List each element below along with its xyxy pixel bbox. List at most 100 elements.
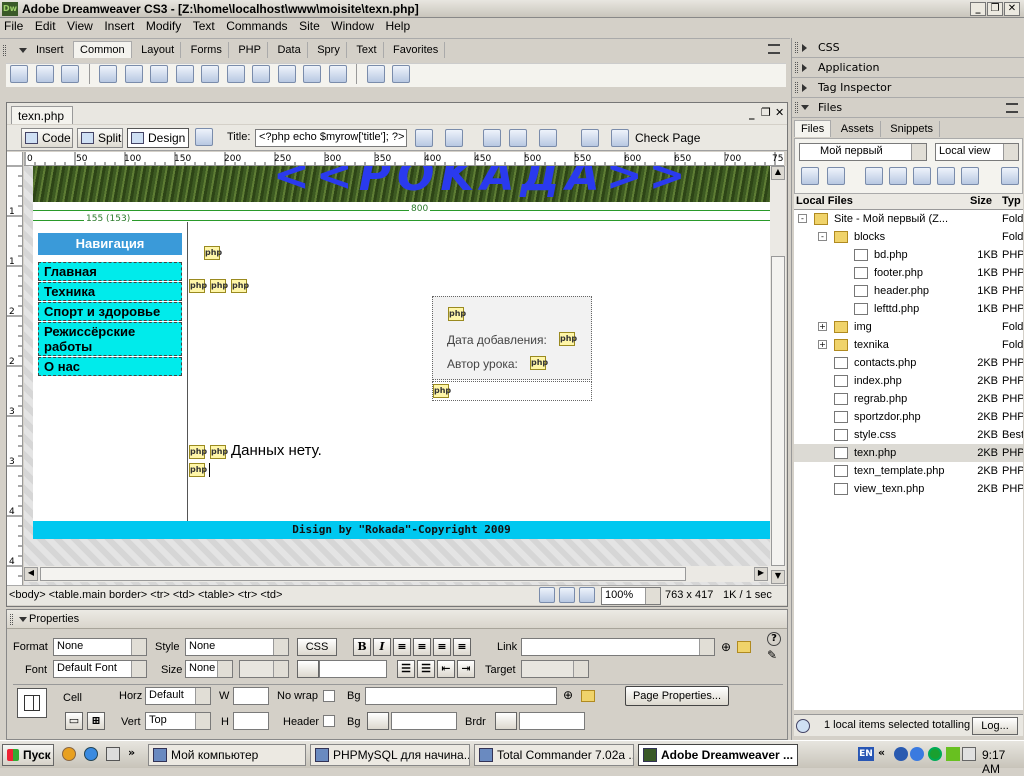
insert-panel-title[interactable]: Insert	[30, 42, 70, 58]
nav-item-tech[interactable]: Техника	[38, 282, 182, 301]
tab-files[interactable]: Files	[794, 120, 832, 137]
templates-icon[interactable]	[328, 65, 347, 83]
nav-item-about[interactable]: О нас	[38, 357, 182, 376]
bg-color-picker[interactable]	[367, 712, 389, 730]
validate-markup-icon[interactable]	[581, 129, 599, 147]
size-select[interactable]: None	[185, 660, 233, 678]
tree-toggle-icon[interactable]: -	[818, 232, 827, 241]
view-options-icon[interactable]	[509, 129, 527, 147]
point-to-file-icon[interactable]: ⊕	[721, 640, 731, 654]
folder-row[interactable]: - Site - Мой первый (Z... Folde	[794, 210, 1023, 228]
php-code-icon[interactable]: php	[189, 445, 207, 459]
file-row[interactable]: footer.php 1KB PHP	[794, 264, 1023, 282]
tree-toggle-icon[interactable]: -	[798, 214, 807, 223]
view-select[interactable]: Local view	[935, 143, 1019, 161]
italic-button[interactable]: I	[373, 638, 391, 656]
expand-icon[interactable]	[1001, 167, 1019, 185]
php-code-icon[interactable]: php	[448, 307, 466, 321]
connect-icon[interactable]	[801, 167, 819, 185]
menu-edit[interactable]: Edit	[31, 19, 60, 33]
horizontal-scroll-thumb[interactable]	[40, 567, 686, 581]
panel-options-icon[interactable]	[768, 44, 780, 54]
page-title-input[interactable]: <?php echo $myrow['title']; ?>	[255, 129, 407, 147]
email-link-icon[interactable]	[35, 65, 54, 83]
date-icon[interactable]	[201, 65, 219, 83]
cell-width-input[interactable]	[233, 687, 269, 705]
page-properties-button[interactable]: Page Properties...	[625, 686, 729, 706]
browse-folder-icon[interactable]	[581, 690, 595, 702]
target-select[interactable]	[521, 660, 589, 678]
tab-php[interactable]: PHP	[232, 42, 268, 58]
doc-minimize-icon[interactable]: _	[749, 107, 755, 120]
text-color-input[interactable]	[319, 660, 387, 678]
menu-insert[interactable]: Insert	[100, 19, 138, 33]
vert-select[interactable]: Top	[145, 712, 211, 730]
file-row[interactable]: bd.php 1KB PHP	[794, 246, 1023, 264]
file-row[interactable]: contacts.php 2KB PHP	[794, 354, 1023, 372]
menu-text[interactable]: Text	[189, 19, 219, 33]
task-phpmysql[interactable]: PHPMySQL для начина...	[310, 744, 470, 766]
hand-tool-icon[interactable]	[559, 587, 575, 603]
zoom-tool-icon[interactable]	[579, 587, 595, 603]
task-total-commander[interactable]: Total Commander 7.02a ...	[474, 744, 634, 766]
css-button[interactable]: CSS	[297, 638, 337, 656]
nav-item-sport[interactable]: Спорт и здоровье	[38, 302, 182, 321]
select-tool-icon[interactable]	[539, 587, 555, 603]
design-canvas[interactable]: <<POKAДA>> 800 155 (153) Навигация Главн…	[24, 166, 770, 586]
volume-icon[interactable]	[962, 747, 976, 761]
check-page-icon[interactable]	[611, 129, 629, 147]
tab-spry[interactable]: Spry	[311, 42, 347, 58]
menu-file[interactable]: File	[0, 19, 27, 33]
file-row[interactable]: index.php 2KB PHP	[794, 372, 1023, 390]
task-dreamweaver[interactable]: Adobe Dreamweaver ...	[638, 744, 798, 766]
nowrap-checkbox[interactable]	[323, 690, 335, 702]
horizontal-scrollbar[interactable]: ◀ ▶	[24, 566, 770, 582]
folder-row[interactable]: - blocks Folde	[794, 228, 1023, 246]
server-side-include-icon[interactable]	[226, 65, 245, 83]
file-row[interactable]: style.css 2KB Best	[794, 426, 1023, 444]
visual-aids-icon[interactable]	[539, 129, 557, 147]
show-desktop-icon[interactable]	[106, 747, 120, 761]
tab-snippets[interactable]: Snippets	[884, 121, 941, 137]
merge-cells-icon[interactable]: ▭	[65, 712, 83, 730]
skype-icon[interactable]	[928, 747, 942, 761]
indent-icon[interactable]: ⇥	[457, 660, 475, 678]
menu-view[interactable]: View	[63, 19, 97, 33]
task-my-computer[interactable]: Мой компьютер	[148, 744, 306, 766]
col-size[interactable]: Size	[970, 194, 992, 209]
php-code-icon[interactable]: php	[189, 279, 207, 293]
php-code-icon[interactable]: php	[559, 332, 577, 346]
check-page-button[interactable]: Check Page	[635, 131, 700, 145]
get-files-icon[interactable]	[865, 167, 883, 185]
menu-help[interactable]: Help	[381, 19, 414, 33]
panel-grip[interactable]	[3, 45, 6, 56]
font-select[interactable]: Default Font	[53, 660, 147, 678]
browse-folder-icon[interactable]	[737, 641, 751, 653]
justify-icon[interactable]: ≡	[453, 638, 471, 656]
tray-app-icon[interactable]	[894, 747, 908, 761]
col-local-files[interactable]: Local Files	[796, 194, 853, 209]
tab-layout[interactable]: Layout	[135, 42, 182, 58]
refresh-icon[interactable]	[827, 167, 845, 185]
file-row[interactable]: view_texn.php 2KB PHP	[794, 480, 1023, 498]
tree-toggle-icon[interactable]: +	[818, 340, 827, 349]
cell-height-input[interactable]	[233, 712, 269, 730]
code-view-button[interactable]: Code	[21, 128, 73, 148]
site-status-icon[interactable]	[796, 719, 810, 733]
div-icon[interactable]	[124, 65, 143, 83]
file-row[interactable]: regrab.php 2KB PHP	[794, 390, 1023, 408]
file-management-icon[interactable]	[415, 129, 433, 147]
vertical-scrollbar[interactable]: ▲ ▼	[770, 166, 786, 586]
live-data-icon[interactable]	[193, 128, 213, 148]
style-select[interactable]: None	[185, 638, 289, 656]
format-select[interactable]: None	[53, 638, 147, 656]
script-icon[interactable]	[303, 65, 321, 83]
point-to-file-icon[interactable]: ⊕	[563, 688, 573, 702]
align-center-icon[interactable]: ≡	[413, 638, 431, 656]
restore-button[interactable]: ❐	[987, 2, 1003, 16]
split-view-button[interactable]: Split	[77, 128, 123, 148]
text-color-picker[interactable]	[297, 660, 319, 678]
php-code-icon[interactable]: php	[204, 246, 222, 260]
bg-image-input[interactable]	[365, 687, 557, 705]
css-panel-header[interactable]: CSS	[792, 38, 1024, 58]
